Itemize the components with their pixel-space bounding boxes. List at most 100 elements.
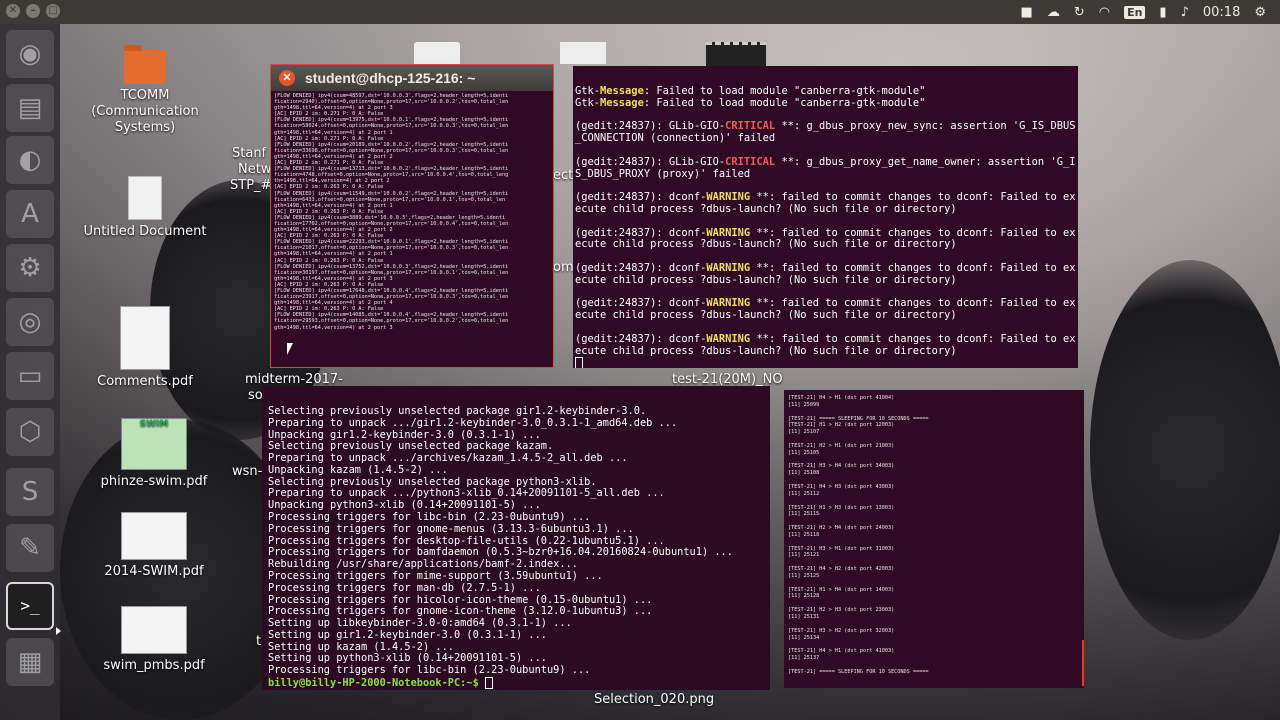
text-editor-icon[interactable]: ✎ [6,524,54,572]
dash-icon[interactable]: ◉ [6,30,54,78]
desktop-icon-2014-swim-pdf[interactable]: 2014-SWIM.pdf [89,512,219,580]
window-title: student@dhcp-125-216: ~ [305,70,476,86]
impress-icon[interactable]: ▭ [6,352,54,400]
desktop-icon-phinze-swim-pdf[interactable]: SWIM phinze-swim.pdf [89,418,219,490]
keyboard-layout-icon[interactable]: En [1124,5,1146,19]
terminal-text: (gedit:24837): GLib-GIO- [575,155,726,168]
battery-icon[interactable]: ▮ [1159,5,1166,20]
terminal-output[interactable]: [FLOW DENIED] ipv4(csum=48597,dst='10.0.… [274,93,508,331]
desktop-icon-comments-pdf[interactable]: Comments.pdf [80,306,210,390]
desktop-icon-tcomm[interactable]: TCOMM (Communication Systems) [80,45,210,136]
settings-gear-icon[interactable]: ⚙ [1254,5,1266,20]
pdf-thumbnail-icon [121,512,187,560]
video-file-thumbnail[interactable] [706,42,766,69]
firefox-icon[interactable]: ◐ [6,136,54,184]
terminal-text: ecute child process ?dbus-launch? (No su… [575,344,957,357]
terminal-line: Processing triggers for man-db (2.7.5-1)… [268,581,541,594]
terminal-output[interactable]: [TEST-21] H4 > H1 (dst port 41004) [11] 2… [788,395,929,676]
terminal-text: **: failed to commit changes to dconf: F… [750,191,1076,204]
desktop-partial-label[interactable]: Netw [238,162,271,177]
desktop-icon-swim-pmbs-pdf[interactable]: swim_pmbs.pdf [89,606,219,674]
skype-icon[interactable]: S [6,468,54,516]
maximize-window-button[interactable]: □ [46,4,60,18]
desktop-icon-label: TCOMM (Communication Systems) [91,88,199,135]
desktop-partial-label[interactable]: t [256,634,261,649]
indicator-area: ■ ☁ ↻ ◠ En ▮ ♪ 00:18 ⚙ [1021,0,1266,24]
close-window-button[interactable]: ✕ [6,4,20,18]
shell-prompt-line[interactable]: billy@billy-HP-2000-Notebook-PC:~$ [268,676,733,690]
terminal-line: [11] 25125 [788,572,820,579]
desktop-partial-label[interactable]: Stanf [232,146,266,161]
desktop-partial-label[interactable]: om [553,260,574,275]
terminal-text: (gedit:24837): GLib-GIO- [575,120,726,133]
desktop-icon-untitled-document[interactable]: Untitled Document [80,176,210,240]
terminal-window-1[interactable]: ✕ student@dhcp-125-216: ~ [FLOW DENIED] … [270,64,554,368]
cloud-icon[interactable]: ☁ [1047,5,1060,20]
terminal-text: **: g_dbus_proxy_get_name_owner: asserti… [775,155,1076,168]
terminal-line: [11] 25105 [788,449,820,456]
terminal-output[interactable]: Gtk-Message: Failed to load module "canb… [575,85,1076,368]
terminal-window-3[interactable]: Selecting previously unselected package … [262,386,770,690]
terminal-line: [TEST-21] ===== SLEEPING FOR 10 SECONDS … [788,415,929,422]
pdf-thumbnail-icon: SWIM [121,418,187,470]
terminal-line: [FLOW DENIED] ipv4(csum=13752,dst='10.0.… [274,263,509,270]
window-title-bar[interactable]: ✕ student@dhcp-125-216: ~ [271,65,553,91]
desktop-partial-label[interactable]: wsn- [232,464,262,479]
top-panel: ✕ – □ ■ ☁ ↻ ◠ En ▮ ♪ 00:18 ⚙ [0,0,1280,24]
libreoffice-writer-icon[interactable]: A [6,190,54,238]
document-icon [128,176,162,220]
virtualbox-icon[interactable]: ⬡ [6,408,54,456]
terminal-line: [TEST-21] H2 > H3 (dst port 23003) [788,607,895,614]
window-edge-highlight [1082,640,1084,686]
terminal-text: ecute child process ?dbus-launch? (No su… [575,202,957,215]
desktop-partial-label[interactable]: test-21(20M)_NO [672,372,783,387]
camera-icon[interactable]: ■ [1021,5,1033,20]
terminal-line: [TEST-21] H1 > H4 (dst port 14003) [788,586,895,593]
terminal-window-2[interactable]: Gtk-Message: Failed to load module "canb… [573,66,1078,368]
desktop-icon-label: Untitled Document [83,224,207,239]
terminal-line: [11] 25121 [788,552,820,559]
terminal-text: **: failed to commit changes to dconf: F… [750,297,1076,310]
terminal-line: Processing triggers for gnome-menus (3.1… [268,522,634,535]
log-level-tag: WARNING [706,226,751,239]
clock[interactable]: 00:18 [1203,5,1240,20]
terminal-output[interactable]: Selecting previously unselected package … [268,405,733,690]
desktop-file-thumbnail[interactable] [560,42,606,64]
desktop-file-thumbnail[interactable] [414,42,460,64]
terminal-line: fication=30197,offset=0,option=None,prot… [274,269,509,276]
chromium-icon[interactable]: ◎ [6,298,54,346]
terminal-line: ecute child process ?dbus-launch? (No su… [575,344,1075,358]
terminal-line: [TEST-21] H1 > H3 (dst port 13003) [788,504,895,511]
terminal-line: [TEST-21] H2 > H1 (dst port 21003) [788,442,895,449]
log-level-tag: CRITICAL [725,120,776,133]
minimize-window-button[interactable]: – [26,4,40,18]
terminal-text: (gedit:24837): dconf- [575,226,707,239]
terminal-line: [TEST-21] H3 > H4 (dst port 34003) [788,463,895,470]
terminal-text: Gtk- [575,85,601,97]
terminal-icon[interactable]: >_ [6,582,54,630]
desktop-partial-label[interactable]: Selection_020.png [594,692,714,707]
terminal-text: (gedit:24837): dconf- [575,191,707,204]
terminal-text: (gedit:24837): dconf- [575,261,707,274]
terminal-window-4[interactable]: [TEST-21] H4 > H1 (dst port 41004) [11] 2… [784,390,1084,688]
wifi-icon[interactable]: ◠ [1099,5,1110,20]
volume-icon[interactable]: ♪ [1181,5,1189,20]
close-icon[interactable]: ✕ [279,70,295,86]
terminal-line: [TEST-21] ===== SLEEPING FOR 10 SECONDS … [788,668,929,675]
files-icon[interactable]: ▤ [6,84,54,132]
system-settings-icon[interactable]: ⚙ [6,244,54,292]
trash-icon[interactable]: ▦ [6,638,54,686]
desktop-partial-label[interactable]: midterm-2017- [245,372,343,387]
swim-thumb-title: SWIM [139,419,169,429]
desktop-partial-label[interactable]: STP_# [230,178,271,193]
terminal-line: [11] 25107 [788,429,820,436]
terminal-line: Processing triggers for libc-bin (2.23-0… [268,664,591,677]
sync-icon[interactable]: ↻ [1074,5,1085,20]
